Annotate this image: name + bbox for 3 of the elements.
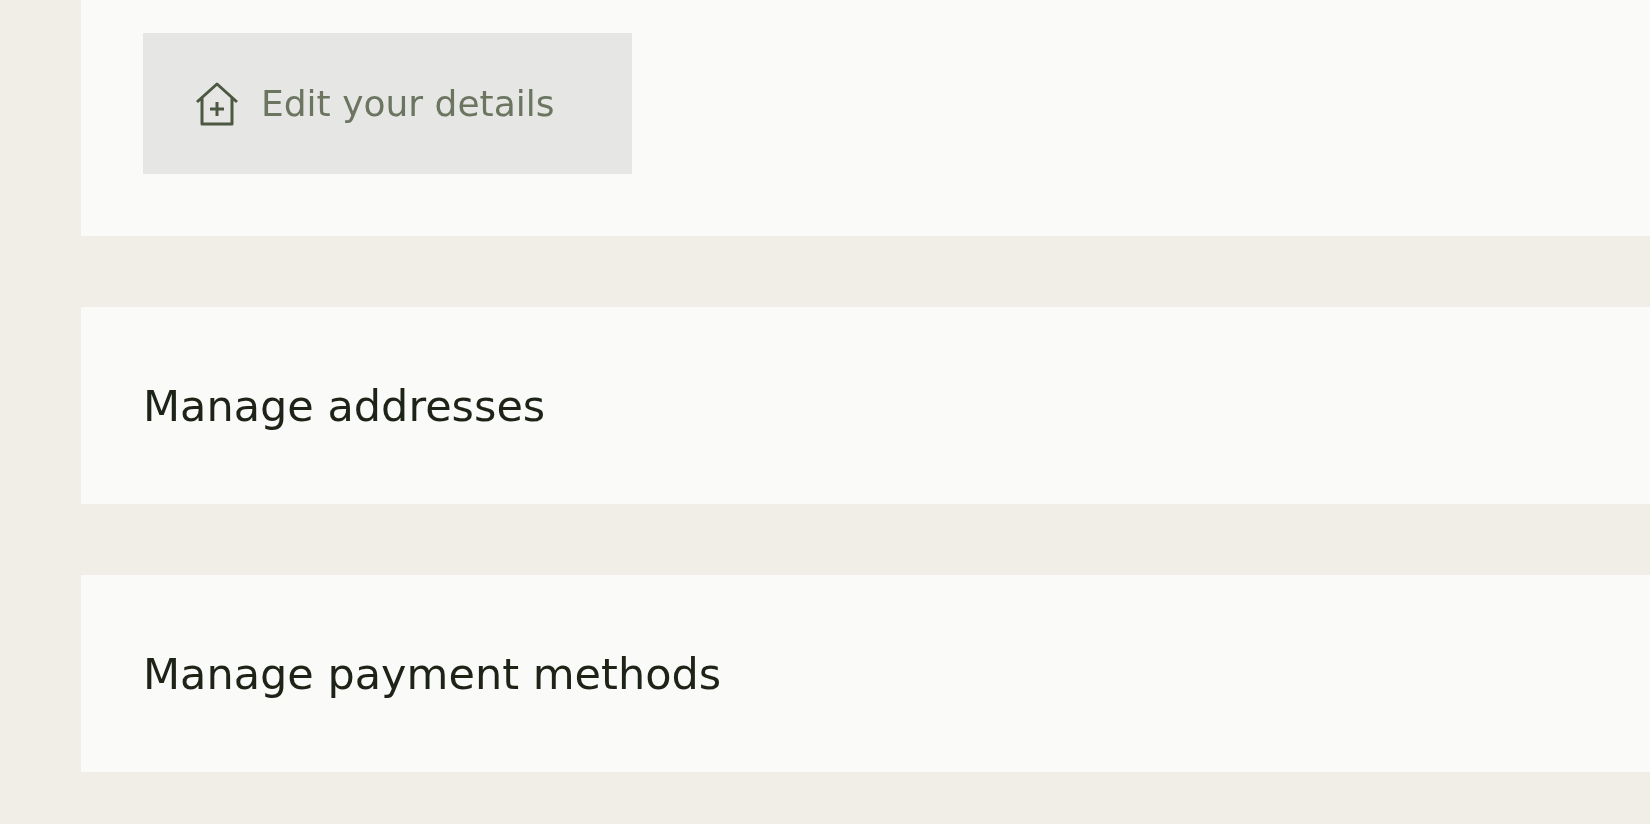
section-heading[interactable]: Manage payment methods xyxy=(143,648,722,699)
section-heading[interactable]: Manage addresses xyxy=(143,380,546,431)
edit-details-button[interactable]: Edit your details xyxy=(143,33,632,174)
